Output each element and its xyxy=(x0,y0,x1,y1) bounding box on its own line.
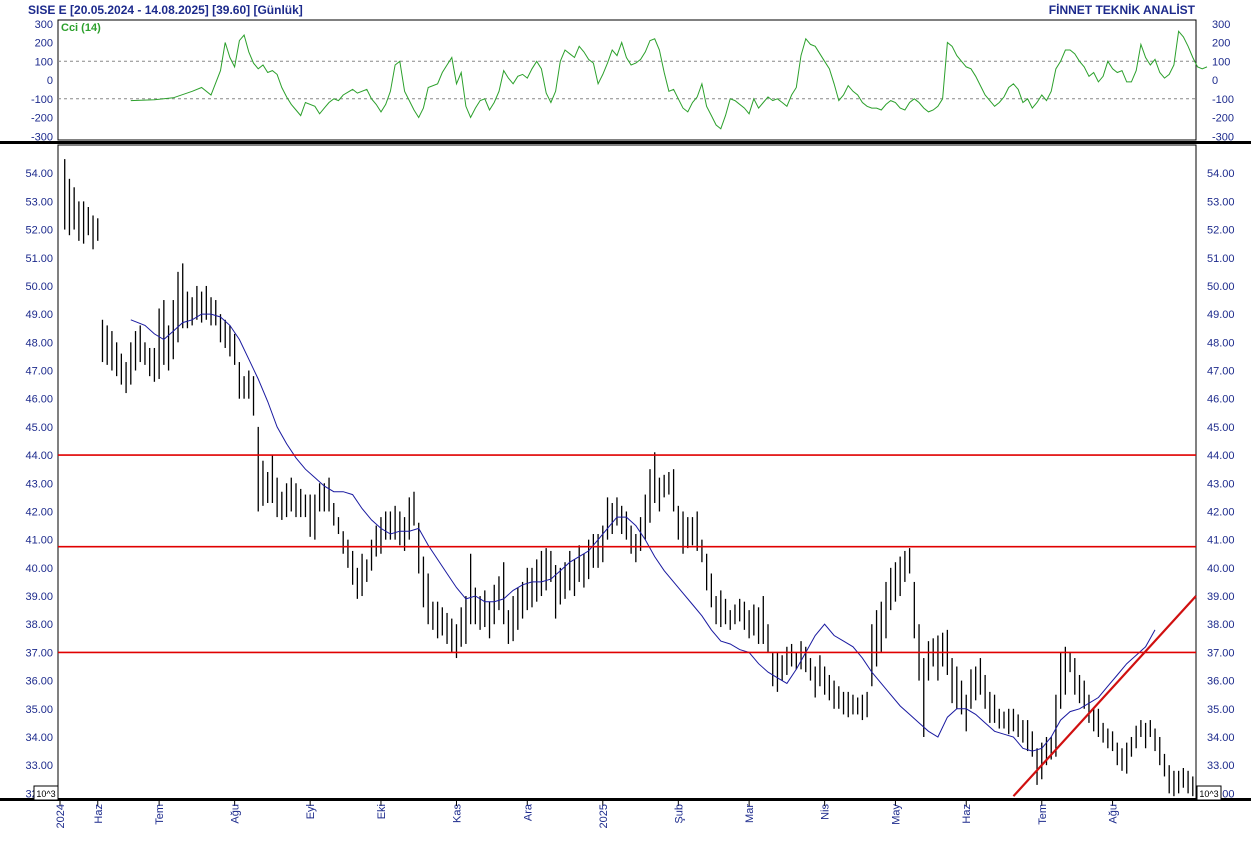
x-axis-label: Haz xyxy=(93,804,105,824)
price-tick-label-right: 51.00 xyxy=(1207,253,1235,265)
price-tick-label-left: 53.00 xyxy=(25,196,53,208)
cci-panel-frame xyxy=(57,19,1197,141)
cci-tick-label-left: 200 xyxy=(35,38,53,50)
price-tick-label-right: 46.00 xyxy=(1207,394,1235,406)
x-axis-label: Tem xyxy=(1037,804,1049,825)
price-tick-label-right: 33.00 xyxy=(1207,760,1235,772)
price-tick-label-left: 51.00 xyxy=(25,253,53,265)
x-axis-label: Ağu xyxy=(230,804,242,824)
cci-tick-label-right: -200 xyxy=(1212,113,1234,125)
x-axis-label: Tem xyxy=(154,804,166,825)
price-tick-label-left: 39.00 xyxy=(25,591,53,603)
price-tick-label-right: 41.00 xyxy=(1207,535,1235,547)
price-tick-label-right: 48.00 xyxy=(1207,337,1235,349)
price-tick-label-left: 54.00 xyxy=(25,168,53,180)
price-tick-label-left: 46.00 xyxy=(25,394,53,406)
price-tick-label-right: 39.00 xyxy=(1207,591,1235,603)
scale-badge-left-label: 10^3 xyxy=(36,789,55,799)
x-axis-label: Eki xyxy=(376,804,388,819)
price-tick-label-left: 45.00 xyxy=(25,422,53,434)
x-axis-label: Ağu xyxy=(1108,804,1120,824)
price-tick-label-left: 40.00 xyxy=(25,563,53,575)
x-axis-label: May xyxy=(890,804,902,825)
price-tick-label-left: 33.00 xyxy=(25,760,53,772)
x-axis-label: Nis xyxy=(820,804,832,820)
price-tick-label-right: 50.00 xyxy=(1207,281,1235,293)
price-tick-label-left: 35.00 xyxy=(25,704,53,716)
price-tick-label-left: 34.00 xyxy=(25,732,53,744)
x-axis-label: Kas xyxy=(451,804,463,823)
price-tick-label-right: 38.00 xyxy=(1207,619,1235,631)
cci-legend: Cci (14) xyxy=(61,22,101,34)
price-tick-label-left: 42.00 xyxy=(25,506,53,518)
cci-tick-label-left: 100 xyxy=(35,56,53,68)
cci-tick-label-left: -100 xyxy=(31,94,53,106)
price-tick-label-left: 48.00 xyxy=(25,337,53,349)
price-tick-label-left: 50.00 xyxy=(25,281,53,293)
price-tick-label-right: 37.00 xyxy=(1207,647,1235,659)
price-tick-label-right: 36.00 xyxy=(1207,676,1235,688)
cci-tick-label-left: -200 xyxy=(31,113,53,125)
price-tick-label-right: 43.00 xyxy=(1207,478,1235,490)
cci-tick-label-left: 300 xyxy=(35,19,53,31)
price-tick-label-left: 43.00 xyxy=(25,478,53,490)
price-tick-label-right: 54.00 xyxy=(1207,168,1235,180)
x-axis-label: Ara xyxy=(522,803,534,821)
price-tick-label-left: 47.00 xyxy=(25,366,53,378)
price-chart: SISE E [20.05.2024 - 14.08.2025] [39.60]… xyxy=(0,0,1251,841)
x-axis-label: Haz xyxy=(961,804,973,824)
cci-tick-label-right: 200 xyxy=(1212,38,1230,50)
price-tick-label-right: 47.00 xyxy=(1207,366,1235,378)
cci-tick-label-right: 0 xyxy=(1212,75,1218,87)
cci-tick-label-right: 100 xyxy=(1212,56,1230,68)
price-tick-label-right: 45.00 xyxy=(1207,422,1235,434)
price-tick-label-left: 44.00 xyxy=(25,450,53,462)
ticker-header: SISE E [20.05.2024 - 14.08.2025] [39.60]… xyxy=(28,3,303,17)
x-axis-label: Şub xyxy=(673,804,685,824)
cci-tick-label-right: -100 xyxy=(1212,94,1234,106)
x-axis-label: 2025 xyxy=(598,804,610,828)
price-tick-label-left: 38.00 xyxy=(25,619,53,631)
cci-panel: 300 300200 200100 1000 0-100 -100-200 -200-300… xyxy=(31,19,1234,144)
price-tick-label-right: 44.00 xyxy=(1207,450,1235,462)
price-tick-label-right: 53.00 xyxy=(1207,196,1235,208)
cci-tick-label-left: 0 xyxy=(47,75,53,87)
price-tick-label-right: 34.00 xyxy=(1207,732,1235,744)
x-axis-label: 2024 xyxy=(55,804,67,828)
price-panel: 54.00 54.00 53.00 53.00 52.00 52.00 51.00 51.00… xyxy=(25,144,1235,828)
price-tick-label-left: 52.00 xyxy=(25,225,53,237)
scale-badge-right-label: 10^3 xyxy=(1199,789,1218,799)
price-tick-label-right: 49.00 xyxy=(1207,309,1235,321)
panel-separator xyxy=(0,141,1251,144)
price-tick-label-left: 41.00 xyxy=(25,535,53,547)
cci-tick-label-right: 300 xyxy=(1212,19,1230,31)
price-tick-label-left: 36.00 xyxy=(25,676,53,688)
price-tick-label-right: 42.00 xyxy=(1207,506,1235,518)
bottom-separator xyxy=(0,798,1251,801)
price-tick-label-left: 49.00 xyxy=(25,309,53,321)
price-tick-label-right: 40.00 xyxy=(1207,563,1235,575)
price-tick-label-right: 52.00 xyxy=(1207,225,1235,237)
brand-label: FİNNET TEKNİK ANALİST xyxy=(1049,2,1196,17)
x-axis-label: Mar xyxy=(744,804,756,823)
x-axis-label: Eyl xyxy=(305,804,317,819)
price-panel-frame xyxy=(57,144,1197,800)
price-tick-label-left: 37.00 xyxy=(25,647,53,659)
price-tick-label-right: 35.00 xyxy=(1207,704,1235,716)
